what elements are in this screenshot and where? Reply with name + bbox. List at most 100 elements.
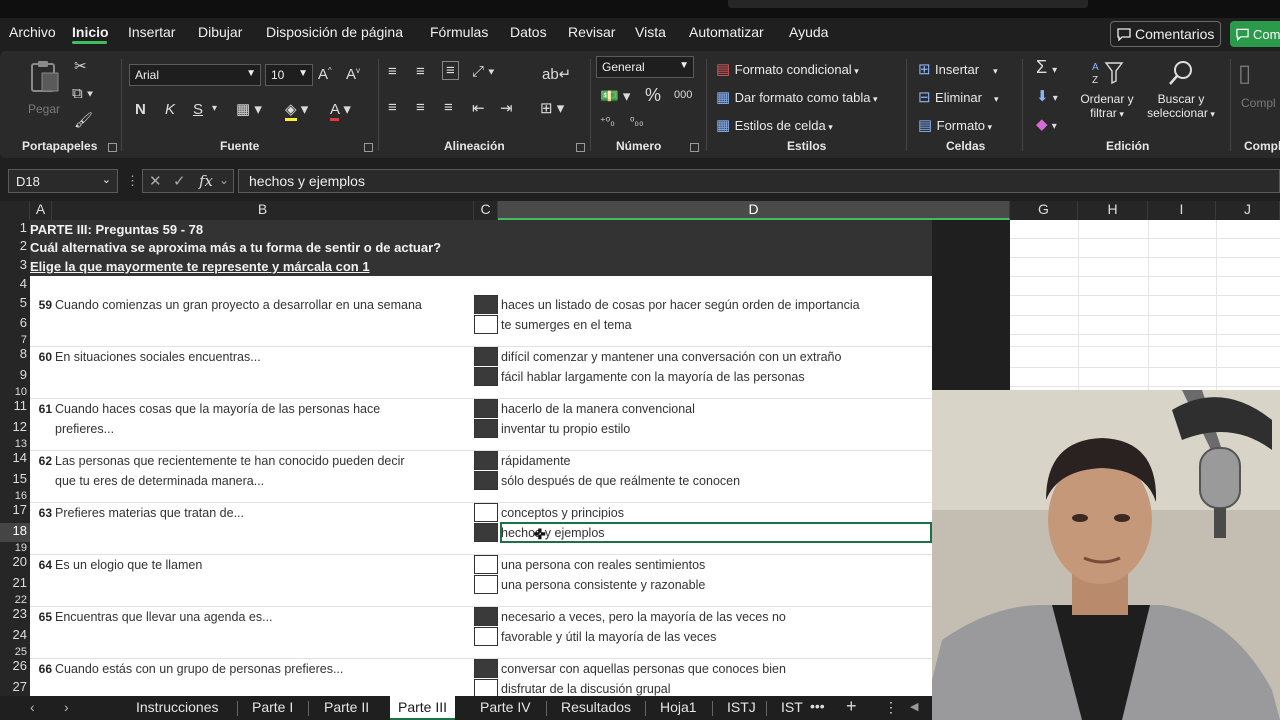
sheet-options-icon[interactable]: ⋮ (884, 699, 898, 716)
option-marker[interactable] (474, 679, 498, 696)
option-marker[interactable] (474, 451, 498, 470)
column-header-c[interactable]: C (474, 201, 498, 220)
row-header[interactable]: 3 (0, 257, 30, 276)
option-marker[interactable] (474, 295, 498, 314)
option-marker[interactable] (474, 471, 498, 490)
menu-dibujar[interactable]: Dibujar (198, 24, 242, 40)
cell-styles-button[interactable]: ▦ Estilos de celda ▾ (716, 116, 833, 135)
borders-icon[interactable]: ▦ ▾ (236, 100, 262, 118)
underline-button[interactable]: S (193, 101, 203, 118)
sort-filter-button[interactable]: AZ Ordenar y filtrar ▾ (1076, 59, 1138, 120)
select-all-corner[interactable] (0, 201, 30, 220)
column-header-j[interactable]: J (1216, 201, 1280, 220)
increase-indent-icon[interactable]: ⇥ (500, 99, 513, 117)
column-header-a[interactable]: A (30, 201, 52, 220)
empty-cells-area[interactable] (1010, 220, 1280, 390)
column-header-h[interactable]: H (1078, 201, 1148, 220)
cut-icon[interactable]: ✂ (74, 57, 87, 75)
row-header[interactable]: 5 (0, 295, 30, 315)
tab-istj[interactable]: ISTJ (727, 699, 756, 715)
cancel-icon[interactable]: ✕ (149, 172, 162, 190)
chevron-down-icon[interactable]: ⌄ (219, 173, 229, 187)
number-launcher-icon[interactable] (690, 143, 699, 152)
scroll-left-icon[interactable]: ◀ (910, 700, 918, 713)
conditional-format-button[interactable]: ▤ Formato condicional ▾ (716, 60, 859, 79)
chevron-down-icon[interactable]: ▾ (212, 103, 217, 114)
number-format-combo[interactable]: General ▼ (596, 56, 694, 78)
tab-parte-iv[interactable]: Parte IV (480, 699, 531, 715)
more-options-icon[interactable]: ⋮ (126, 173, 139, 189)
menu-revisar[interactable]: Revisar (568, 24, 615, 40)
row-header[interactable]: 7 (0, 334, 30, 346)
menu-vista[interactable]: Vista (635, 24, 666, 40)
add-sheet-icon[interactable]: + (846, 696, 857, 717)
autosum-icon[interactable]: Σ ▾ (1036, 57, 1057, 78)
tab-scroll-right-icon[interactable]: › (64, 699, 69, 715)
row-header[interactable]: 18 (0, 523, 30, 542)
row-header[interactable]: 19 (0, 542, 30, 554)
decrease-indent-icon[interactable]: ⇤ (472, 99, 485, 117)
row-header[interactable]: 4 (0, 276, 30, 295)
row-header[interactable]: 23 (0, 606, 30, 627)
option-marker[interactable] (474, 419, 498, 438)
row-header[interactable]: 25 (0, 646, 30, 658)
clipboard-launcher-icon[interactable] (108, 143, 117, 152)
wrap-text-icon[interactable]: ab↵ (542, 65, 571, 83)
tab-hoja1[interactable]: Hoja1 (660, 699, 697, 715)
tab-parte-iii[interactable]: Parte III (390, 696, 456, 720)
format-cells-button[interactable]: ▤ Formato ▾ (918, 116, 992, 135)
row-header[interactable]: 16 (0, 490, 30, 502)
option-marker[interactable] (474, 367, 498, 386)
row-header[interactable]: 13 (0, 438, 30, 450)
increase-decimal-icon[interactable]: ⁺⁰₀ (600, 115, 615, 128)
menu-datos[interactable]: Datos (510, 24, 547, 40)
confirm-icon[interactable]: ✓ (173, 172, 186, 190)
align-right-icon[interactable]: ≡ (444, 99, 453, 116)
row-header[interactable]: 26 (0, 658, 30, 679)
copy-icon[interactable]: ⧉ ▾ (72, 85, 93, 102)
menu-insertar[interactable]: Insertar (128, 24, 175, 40)
row-header[interactable]: 9 (0, 367, 30, 386)
option-marker[interactable] (474, 315, 498, 334)
option-marker[interactable] (474, 659, 498, 678)
align-bottom-icon[interactable]: ≡ (442, 61, 459, 80)
tab-parte-i[interactable]: Parte I (252, 699, 293, 715)
column-header-g[interactable]: G (1010, 201, 1078, 220)
font-color-icon[interactable]: A ▾ (330, 100, 351, 121)
option-marker[interactable] (474, 523, 498, 542)
row-header[interactable]: 27 (0, 679, 30, 696)
row-header[interactable]: 8 (0, 346, 30, 367)
font-name-combo[interactable]: Arial ▼ (129, 64, 261, 86)
insert-cells-button[interactable]: ⊞ Insertar ▾ (918, 60, 998, 79)
tab-parte-ii[interactable]: Parte II (324, 699, 369, 715)
format-as-table-button[interactable]: ▦ Dar formato como tabla ▾ (716, 88, 878, 107)
name-box[interactable]: D18 ⌄ (8, 169, 118, 193)
option-marker[interactable] (474, 575, 498, 594)
grow-font-icon[interactable]: A^ (318, 66, 332, 83)
menu-automatizar[interactable]: Automatizar (689, 24, 764, 40)
row-header[interactable]: 11 (0, 398, 30, 419)
option-marker[interactable] (474, 555, 498, 574)
row-header[interactable]: 21 (0, 575, 30, 594)
align-center-icon[interactable]: ≡ (416, 99, 425, 116)
selected-cell-d18[interactable] (500, 522, 932, 543)
tab-resultados[interactable]: Resultados (561, 699, 631, 715)
option-marker[interactable] (474, 607, 498, 626)
menu-ayuda[interactable]: Ayuda (789, 24, 828, 40)
orientation-icon[interactable]: ⤢ ▾ (472, 63, 494, 80)
find-select-button[interactable]: Buscar y seleccionar ▾ (1142, 59, 1220, 120)
formula-input[interactable]: hechos y ejemplos (238, 169, 1280, 193)
column-header-b[interactable]: B (52, 201, 474, 220)
row-header[interactable]: 22 (0, 594, 30, 606)
column-header-i[interactable]: I (1148, 201, 1216, 220)
option-marker[interactable] (474, 627, 498, 646)
addin-label[interactable]: Compl (1241, 96, 1276, 110)
fill-icon[interactable]: ⬇ ▾ (1036, 87, 1058, 105)
fill-color-icon[interactable]: ◈ ▾ (285, 100, 308, 121)
align-left-icon[interactable]: ≡ (388, 99, 397, 116)
row-header[interactable]: 1 (0, 220, 30, 238)
clear-icon[interactable]: ◆ ▾ (1036, 115, 1057, 133)
thousands-icon[interactable]: 000 (674, 89, 692, 101)
worksheet[interactable]: PARTE III: Preguntas 59 - 78 Cuál altern… (30, 220, 932, 696)
paste-button[interactable]: Pegar (28, 59, 62, 119)
